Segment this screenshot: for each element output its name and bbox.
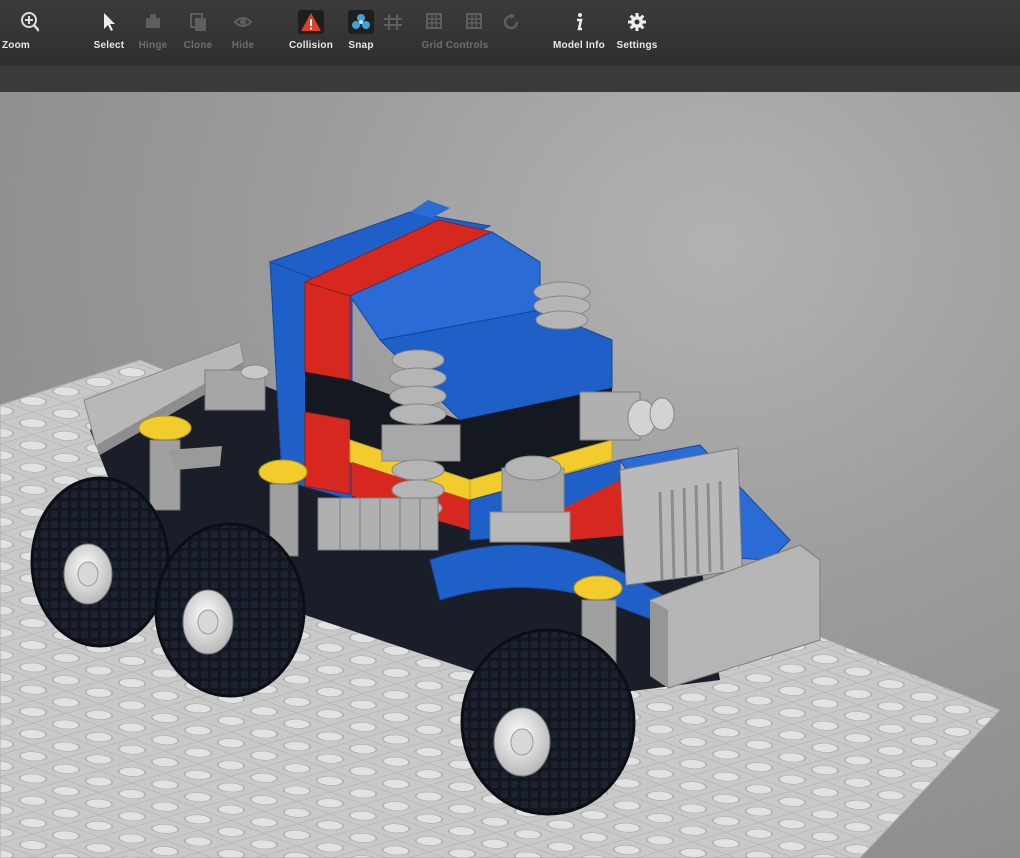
gear-icon	[628, 13, 646, 31]
model-info-label: Model Info	[553, 40, 605, 51]
wheel-front	[460, 628, 636, 816]
reset-tool[interactable]	[482, 6, 540, 58]
info-icon	[577, 13, 583, 31]
side-tank	[317, 497, 439, 551]
headlights	[579, 391, 675, 441]
hash-icon	[384, 14, 402, 30]
model-info-tool[interactable]: Model Info	[550, 6, 608, 58]
rotate-icon	[503, 13, 519, 30]
zoom-label: Zoom	[2, 40, 31, 51]
secondary-toolbar	[0, 66, 1020, 93]
settings-tool[interactable]: Settings	[608, 6, 666, 58]
hide-tool[interactable]: Hide	[214, 6, 272, 58]
lego-truck-model[interactable]	[0, 92, 1020, 858]
toolbar: Zoom Select Hinge Clone Hide Collision S…	[0, 0, 1020, 67]
wheel-rear-right	[154, 522, 306, 698]
clone-icon	[190, 13, 206, 31]
hide-icon	[233, 17, 253, 27]
grille	[619, 447, 743, 586]
zoom-tool[interactable]: Zoom	[0, 6, 46, 58]
wheel-rear-left	[30, 476, 170, 648]
settings-label: Settings	[616, 40, 658, 51]
cursor-icon	[104, 13, 115, 31]
hide-label: Hide	[231, 40, 255, 51]
warning-icon	[298, 10, 324, 34]
zoom-in-icon	[21, 12, 39, 32]
hinge-icon	[146, 14, 160, 28]
3d-viewport[interactable]	[0, 92, 1020, 858]
